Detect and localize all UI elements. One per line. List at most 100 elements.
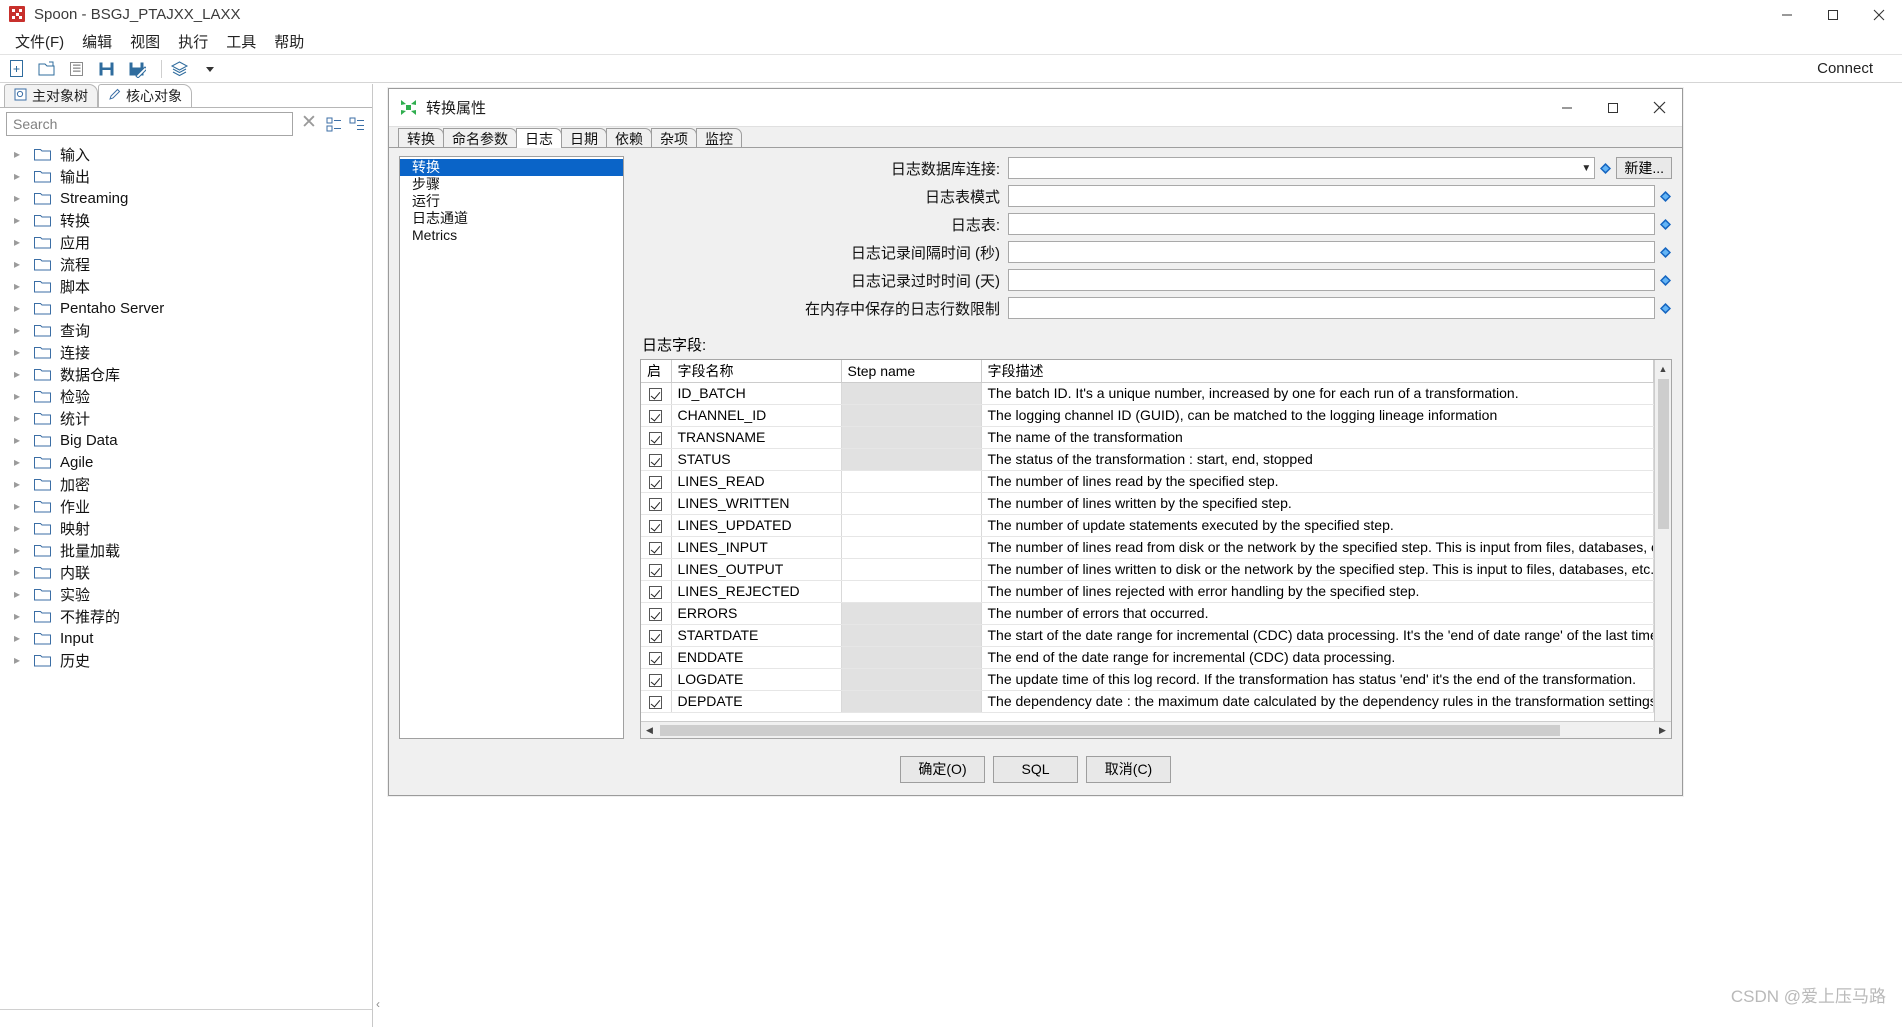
- layers-icon[interactable]: [168, 57, 191, 80]
- new-connection-button[interactable]: 新建...: [1616, 157, 1672, 179]
- row-field-name[interactable]: LINES_REJECTED: [671, 580, 842, 603]
- row-step-name[interactable]: [841, 624, 982, 647]
- row-enabled-cell[interactable]: [641, 514, 672, 537]
- row-step-name[interactable]: [841, 404, 982, 427]
- variable-icon[interactable]: [1599, 162, 1612, 175]
- chevron-right-icon[interactable]: ▸: [14, 235, 34, 249]
- row-enabled-cell[interactable]: [641, 470, 672, 493]
- chevron-right-icon[interactable]: ▸: [14, 609, 34, 623]
- table-row[interactable]: CHANNEL_ID The logging channel ID (GUID),…: [641, 404, 1654, 427]
- log-category-item[interactable]: 转换: [400, 159, 623, 176]
- row-step-name[interactable]: [841, 514, 982, 537]
- table-column-header[interactable]: Step name: [841, 360, 982, 383]
- checkbox-checked-icon[interactable]: [649, 563, 663, 577]
- variable-icon[interactable]: [1659, 274, 1672, 287]
- tab-main-object-tree[interactable]: 主对象树: [4, 84, 98, 107]
- chevron-right-icon[interactable]: ▸: [14, 653, 34, 667]
- variable-icon[interactable]: [1659, 190, 1672, 203]
- checkbox-checked-icon[interactable]: [649, 607, 663, 621]
- tree-item[interactable]: ▸ 实验: [0, 583, 372, 605]
- form-input[interactable]: [1008, 185, 1655, 207]
- table-row[interactable]: LINES_INPUT The number of lines read from…: [641, 536, 1654, 559]
- row-field-name[interactable]: STARTDATE: [671, 624, 842, 647]
- search-input[interactable]: Search: [6, 112, 293, 136]
- table-column-header[interactable]: 启: [641, 360, 672, 383]
- row-enabled-cell[interactable]: [641, 492, 672, 515]
- checkbox-checked-icon[interactable]: [649, 541, 663, 555]
- checkbox-checked-icon[interactable]: [649, 651, 663, 665]
- tree-item[interactable]: ▸ 历史: [0, 649, 372, 671]
- tree-item[interactable]: ▸ 内联: [0, 561, 372, 583]
- menu-item-file[interactable]: 文件(F): [6, 29, 73, 54]
- tree-item[interactable]: ▸ Streaming: [0, 187, 372, 209]
- horizontal-scroll-thumb[interactable]: [660, 724, 1560, 736]
- chevron-right-icon[interactable]: ▸: [14, 543, 34, 557]
- save-as-icon[interactable]: [125, 57, 148, 80]
- collapse-all-icon[interactable]: [348, 115, 366, 133]
- tab-core-objects[interactable]: 核心对象: [98, 84, 192, 107]
- row-step-name[interactable]: [841, 690, 982, 713]
- tree-item[interactable]: ▸ 应用: [0, 231, 372, 253]
- connect-button[interactable]: Connect: [1817, 60, 1873, 77]
- dialog-tab[interactable]: 命名参数: [443, 128, 517, 148]
- form-combo[interactable]: ▼: [1008, 157, 1596, 179]
- chevron-right-icon[interactable]: ▸: [14, 191, 34, 205]
- table-column-header[interactable]: 字段名称: [671, 360, 842, 383]
- row-enabled-cell[interactable]: [641, 646, 672, 669]
- row-enabled-cell[interactable]: [641, 404, 672, 427]
- tree-item[interactable]: ▸ 映射: [0, 517, 372, 539]
- row-enabled-cell[interactable]: [641, 668, 672, 691]
- row-step-name[interactable]: [841, 470, 982, 493]
- chevron-right-icon[interactable]: ▸: [14, 587, 34, 601]
- chevron-right-icon[interactable]: ▸: [14, 323, 34, 337]
- tree-item[interactable]: ▸ 输入: [0, 143, 372, 165]
- tree-item[interactable]: ▸ 输出: [0, 165, 372, 187]
- chevron-right-icon[interactable]: ▸: [14, 367, 34, 381]
- tree-item[interactable]: ▸ 检验: [0, 385, 372, 407]
- row-field-name[interactable]: ERRORS: [671, 602, 842, 625]
- maximize-button[interactable]: [1810, 0, 1856, 29]
- chevron-right-icon[interactable]: ▸: [14, 301, 34, 315]
- row-step-name[interactable]: [841, 448, 982, 471]
- dialog-tab[interactable]: 依赖: [606, 128, 652, 148]
- checkbox-checked-icon[interactable]: [649, 475, 663, 489]
- table-row[interactable]: ERRORS The number of errors that occurred…: [641, 602, 1654, 625]
- menu-item-run[interactable]: 执行: [169, 29, 217, 54]
- row-field-name[interactable]: LINES_OUTPUT: [671, 558, 842, 581]
- table-row[interactable]: STARTDATE The start of the date range for…: [641, 624, 1654, 647]
- dialog-tab[interactable]: 转换: [398, 128, 444, 148]
- row-enabled-cell[interactable]: [641, 448, 672, 471]
- vertical-scroll-thumb[interactable]: [1657, 379, 1669, 529]
- table-horizontal-scrollbar[interactable]: ◀ ▶: [641, 721, 1671, 738]
- tree-item[interactable]: ▸ 脚本: [0, 275, 372, 297]
- tree-item[interactable]: ▸ 统计: [0, 407, 372, 429]
- log-category-item[interactable]: 日志通道: [400, 210, 623, 227]
- object-tree[interactable]: ▸ 输入 ▸ 输出 ▸ Streaming ▸ 转换 ▸ 应用 ▸ 流程 ▸ 脚本 ▸ Pentaho Ser…: [0, 140, 372, 1009]
- row-field-name[interactable]: LINES_READ: [671, 470, 842, 493]
- tree-item[interactable]: ▸ Agile: [0, 451, 372, 473]
- table-row[interactable]: LINES_WRITTEN The number of lines written…: [641, 492, 1654, 515]
- form-input[interactable]: [1008, 241, 1655, 263]
- checkbox-checked-icon[interactable]: [649, 629, 663, 643]
- log-fields-table-scroll[interactable]: 启字段名称 Step name 字段描述 ID_BATCH The batch ID.…: [641, 360, 1654, 721]
- row-step-name[interactable]: [841, 646, 982, 669]
- chevron-right-icon[interactable]: ▸: [14, 631, 34, 645]
- row-field-name[interactable]: CHANNEL_ID: [671, 404, 842, 427]
- row-field-name[interactable]: DEPDATE: [671, 690, 842, 713]
- row-field-name[interactable]: LINES_INPUT: [671, 536, 842, 559]
- row-enabled-cell[interactable]: [641, 382, 672, 405]
- chevron-right-icon[interactable]: ▸: [14, 169, 34, 183]
- dialog-tab[interactable]: 日志: [516, 128, 562, 148]
- scroll-left-icon[interactable]: ◀: [641, 722, 658, 739]
- tree-item[interactable]: ▸ 不推荐的: [0, 605, 372, 627]
- dialog-tab[interactable]: 监控: [696, 128, 742, 148]
- dialog-tab[interactable]: 杂项: [651, 128, 697, 148]
- row-enabled-cell[interactable]: [641, 602, 672, 625]
- scroll-up-icon[interactable]: ▲: [1655, 360, 1672, 377]
- row-enabled-cell[interactable]: [641, 624, 672, 647]
- checkbox-checked-icon[interactable]: [649, 695, 663, 709]
- row-step-name[interactable]: [841, 536, 982, 559]
- expand-all-icon[interactable]: [325, 115, 343, 133]
- tree-item[interactable]: ▸ Big Data: [0, 429, 372, 451]
- chevron-right-icon[interactable]: ▸: [14, 257, 34, 271]
